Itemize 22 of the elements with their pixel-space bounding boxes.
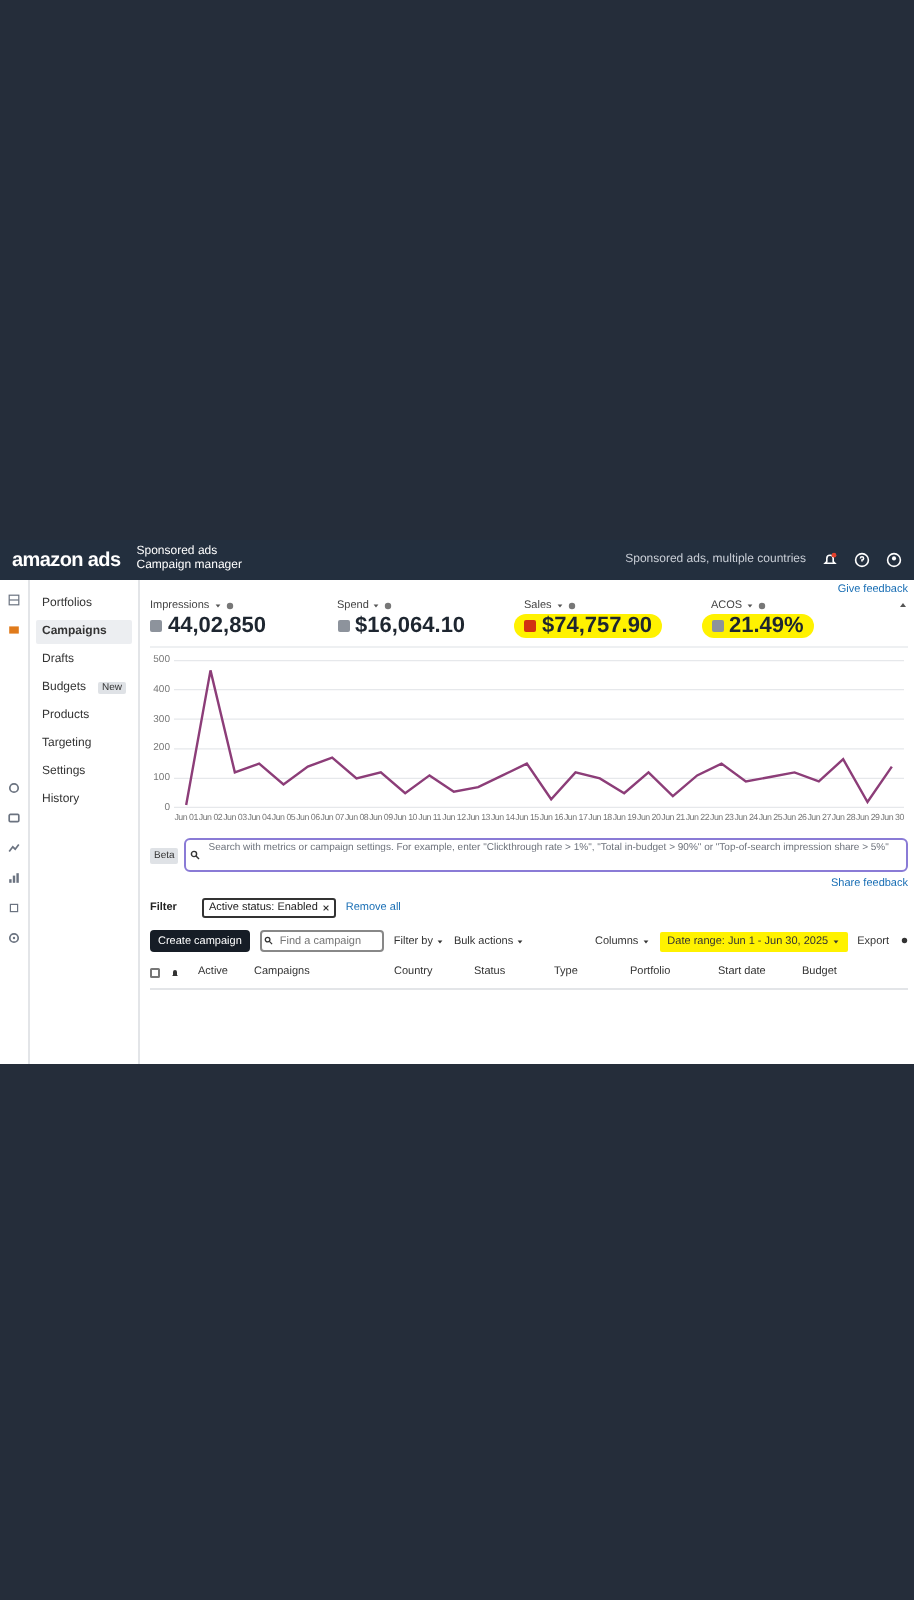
circle-icon[interactable] <box>8 782 20 794</box>
logo: amazon ads <box>12 549 121 571</box>
metric-value: 21.49% <box>729 614 804 638</box>
bell-icon <box>170 967 180 977</box>
search-icon <box>264 936 274 946</box>
close-icon <box>321 904 330 912</box>
folder-icon[interactable] <box>8 624 20 636</box>
square-icon[interactable] <box>8 902 20 914</box>
bar-chart-icon[interactable] <box>8 872 20 884</box>
gear-icon[interactable] <box>8 932 20 944</box>
collapse-icon[interactable] <box>898 600 908 610</box>
checkbox[interactable] <box>150 967 160 977</box>
search-icon <box>190 850 201 860</box>
card-icon[interactable] <box>8 812 20 824</box>
bell-icon[interactable] <box>822 552 838 568</box>
help-icon[interactable] <box>854 552 870 568</box>
account-icon[interactable] <box>886 552 902 568</box>
trend-icon[interactable] <box>8 842 20 854</box>
metric-value: $74,757.90 <box>542 614 653 638</box>
list-icon[interactable] <box>8 594 20 606</box>
metric-value: 44,02,850 <box>168 614 266 638</box>
metric-value: $16,064.10 <box>355 614 466 638</box>
